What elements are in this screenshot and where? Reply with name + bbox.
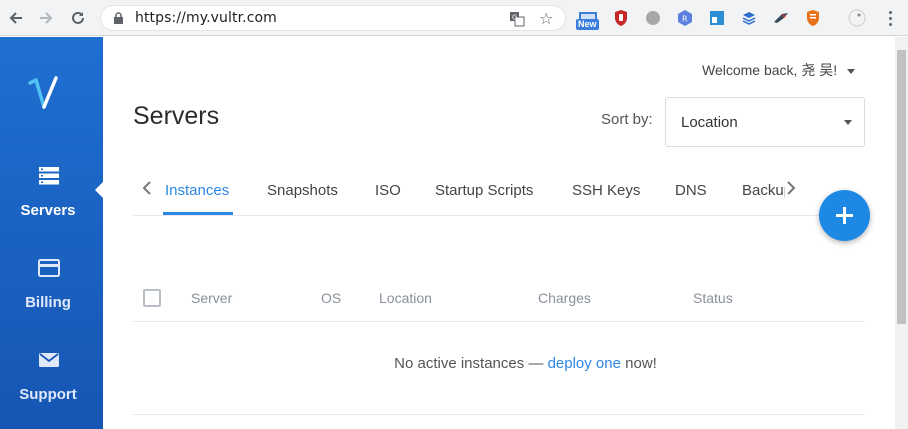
empty-state-text-end: now! bbox=[620, 355, 657, 372]
svg-text:R: R bbox=[682, 15, 688, 24]
column-header-charges[interactable]: Charges bbox=[538, 290, 591, 306]
sidebar-item-servers[interactable]: Servers bbox=[0, 166, 103, 236]
user-menu[interactable]: Welcome back, 尧 吴! bbox=[702, 60, 856, 80]
empty-state-text: No active instances — bbox=[394, 355, 548, 372]
svg-text:G: G bbox=[512, 14, 517, 22]
tab-dns[interactable]: DNS bbox=[675, 182, 707, 199]
welcome-text: Welcome back, 尧 吴! bbox=[702, 62, 838, 78]
scrollbar-thumb[interactable] bbox=[897, 50, 906, 324]
tab-snapshots[interactable]: Snapshots bbox=[267, 182, 338, 199]
kebab-menu-icon[interactable] bbox=[884, 8, 896, 28]
chevron-down-icon bbox=[847, 68, 856, 74]
browser-toolbar: https://my.vultr.com G ☆ New R bbox=[0, 0, 908, 36]
lock-icon bbox=[113, 12, 124, 30]
layers-extension-icon[interactable] bbox=[739, 8, 759, 28]
gray-circle-extension-icon[interactable] bbox=[643, 8, 663, 28]
tab-backups[interactable]: Backups bbox=[742, 182, 785, 199]
profile-avatar-icon[interactable] bbox=[847, 8, 867, 28]
vultr-logo-icon[interactable] bbox=[28, 75, 68, 120]
tab-instances[interactable]: Instances bbox=[165, 182, 229, 199]
table-divider bbox=[133, 321, 865, 322]
add-server-button[interactable] bbox=[819, 190, 870, 241]
back-arrow-icon[interactable] bbox=[4, 6, 28, 30]
sidebar-item-label: Servers bbox=[20, 202, 76, 219]
star-icon[interactable]: ☆ bbox=[539, 9, 553, 29]
window-extension-icon[interactable] bbox=[707, 8, 727, 28]
hex-r-extension-icon[interactable]: R bbox=[675, 8, 695, 28]
credit-card-icon bbox=[38, 258, 60, 278]
sort-selected-value: Location bbox=[681, 114, 738, 131]
active-tab-underline bbox=[163, 212, 233, 215]
url-text: https://my.vultr.com bbox=[135, 10, 277, 26]
server-stack-icon bbox=[38, 166, 60, 186]
column-header-status[interactable]: Status bbox=[693, 290, 733, 306]
sort-label: Sort by: bbox=[601, 111, 653, 128]
tabs-scroll-right-icon[interactable] bbox=[785, 180, 801, 200]
tab-bar: Instances Snapshots ISO Startup Scripts … bbox=[133, 176, 823, 216]
sidebar-item-label: Support bbox=[19, 386, 77, 403]
page-title: Servers bbox=[133, 102, 220, 130]
ublock-shield-icon[interactable] bbox=[611, 8, 631, 28]
empty-state-message: No active instances — deploy one now! bbox=[0, 355, 908, 372]
sidebar-item-label: Billing bbox=[25, 294, 71, 311]
shield-list-extension-icon[interactable] bbox=[803, 8, 823, 28]
chevron-down-icon bbox=[844, 120, 852, 125]
sort-select[interactable]: Location bbox=[665, 97, 865, 147]
column-header-os[interactable]: OS bbox=[321, 290, 341, 306]
active-indicator bbox=[95, 181, 104, 199]
translate-icon[interactable]: G bbox=[509, 11, 525, 32]
tab-ssh-keys[interactable]: SSH Keys bbox=[572, 182, 640, 199]
forward-arrow-icon[interactable] bbox=[34, 6, 58, 30]
table-bottom-divider bbox=[133, 414, 865, 415]
new-badge: New bbox=[576, 19, 599, 30]
select-all-checkbox[interactable] bbox=[143, 289, 161, 307]
address-bar[interactable]: https://my.vultr.com G ☆ bbox=[100, 5, 566, 31]
tab-startup-scripts[interactable]: Startup Scripts bbox=[435, 182, 533, 199]
column-header-location[interactable]: Location bbox=[379, 290, 432, 306]
column-header-server[interactable]: Server bbox=[191, 290, 232, 306]
reload-icon[interactable] bbox=[66, 6, 90, 30]
deploy-one-link[interactable]: deploy one bbox=[548, 355, 621, 372]
bird-extension-icon[interactable] bbox=[771, 8, 791, 28]
tab-iso[interactable]: ISO bbox=[375, 182, 401, 199]
sidebar-item-billing[interactable]: Billing bbox=[0, 258, 103, 328]
